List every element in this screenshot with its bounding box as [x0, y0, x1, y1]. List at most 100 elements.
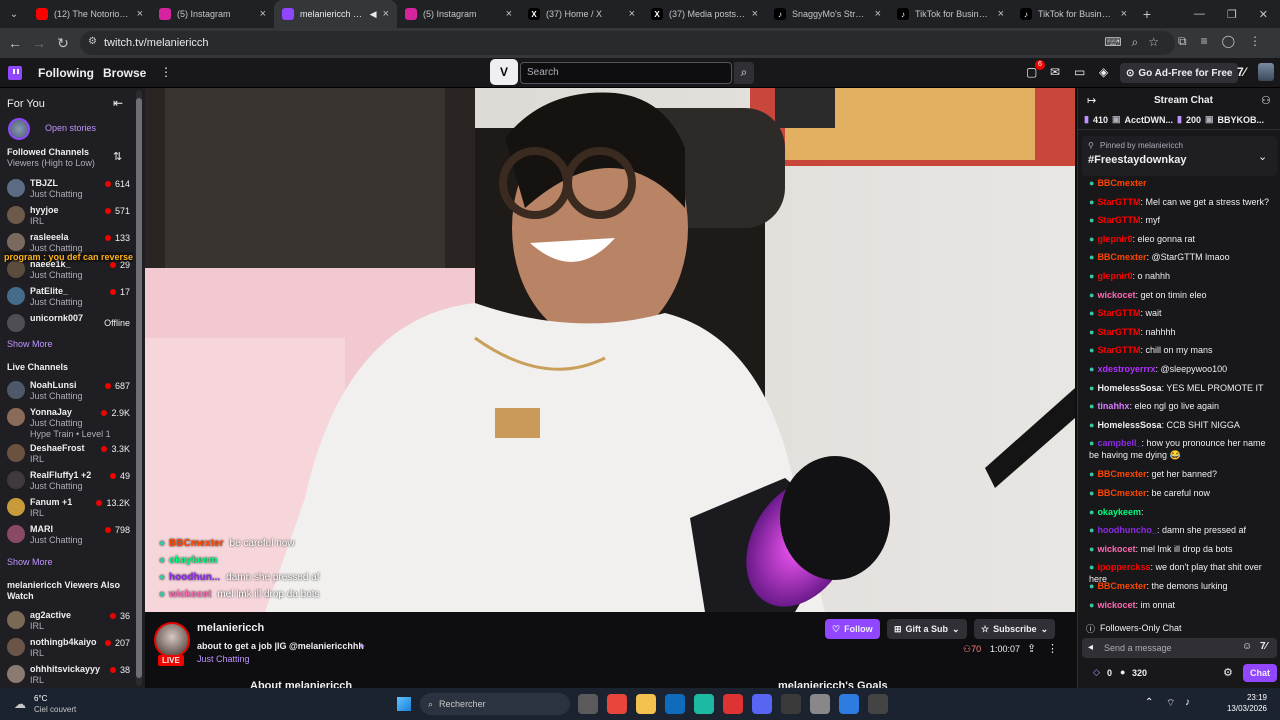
chat-username[interactable]: glepnir0 — [1097, 234, 1132, 244]
taskbar-app-icon[interactable] — [665, 694, 685, 714]
chat-username[interactable]: BBCmexter — [1097, 178, 1146, 188]
stream-category[interactable]: Just Chatting — [197, 654, 250, 664]
follow-button[interactable]: ♡ Follow — [825, 619, 880, 639]
tab-close-icon[interactable]: × — [875, 8, 881, 20]
subscribe-button[interactable]: ☆ Subscribe ⌄ — [974, 619, 1056, 639]
tray-network-icon[interactable]: ⌔ — [1166, 697, 1175, 710]
browser-tab[interactable]: (5) Instagram × — [151, 0, 274, 28]
taskbar-app-icon[interactable] — [839, 694, 859, 714]
live-channel[interactable]: RealFluffy1 +2 Just Chatting 49 — [6, 468, 130, 494]
streamer-name[interactable]: melaniericch — [197, 622, 264, 634]
tab-close-icon[interactable]: × — [383, 8, 389, 20]
whispers-icon[interactable]: ▭ — [1074, 65, 1085, 79]
taskbar-app-icon[interactable] — [868, 694, 888, 714]
gift-sub-button[interactable]: ⊞ Gift a Sub ⌄ — [887, 619, 967, 639]
maximize-icon[interactable]: ❐ — [1227, 8, 1237, 21]
tab-audio-icon[interactable]: ◀ — [370, 9, 377, 20]
collapse-chat-icon[interactable]: ↦ — [1087, 94, 1096, 107]
chat-message[interactable]: ● BBCmexter: the demons lurking — [1089, 580, 1275, 592]
chat-message[interactable]: ● StarGTTM: chill on my mans — [1089, 344, 1275, 356]
chat-username[interactable]: BBCmexter — [1097, 469, 1146, 479]
taskbar-app-icon[interactable] — [781, 694, 801, 714]
streamer-avatar[interactable] — [154, 622, 190, 658]
pinned-message[interactable]: ⚲ Pinned by melaniericch #Freestaydownka… — [1082, 136, 1277, 176]
chat-username[interactable]: StarGTTM — [1097, 327, 1140, 337]
chat-message[interactable]: ● BBCmexter: get her banned? — [1089, 468, 1275, 480]
open-stories-link[interactable]: Open stories — [45, 123, 96, 133]
leaderboard-bar[interactable]: ▮ 410 ▣ AcctDWN... ▮ 200 ▣ BBYKOB... — [1078, 110, 1280, 130]
chat-username[interactable]: wickocet — [1097, 544, 1135, 554]
taskbar-app-icon[interactable] — [723, 694, 743, 714]
chat-message[interactable]: ● StarGTTM: myf — [1089, 214, 1275, 226]
tab-search-icon[interactable]: ⌄ — [0, 9, 28, 20]
also-watch-channel[interactable]: nothingb4kaiyo IRL 207 — [6, 635, 130, 661]
chat-message[interactable]: ● BBCmexter: @StarGTTM lmaoo — [1089, 251, 1275, 263]
search-input[interactable]: Search — [520, 62, 732, 84]
emote-icon[interactable]: ☺ — [1242, 641, 1252, 652]
chat-message[interactable]: ● tinahhx: eleo ngl go live again — [1089, 400, 1275, 412]
followed-channel[interactable]: TBJZL Just Chatting 614 — [6, 176, 130, 202]
live-channel[interactable]: YonnaJay Just Chatting Hype Train • Level … — [6, 405, 130, 439]
chat-username[interactable]: okaykeem — [1097, 507, 1141, 517]
chat-username[interactable]: StarGTTM — [1097, 345, 1140, 355]
chat-message[interactable]: ● okaykeem: — [1089, 506, 1275, 518]
show-more-followed[interactable]: Show More — [7, 339, 53, 349]
taskbar-app-icon[interactable] — [607, 694, 627, 714]
settings-icon[interactable]: ⚙ — [1223, 666, 1233, 679]
forward-icon[interactable]: → — [27, 35, 51, 51]
browser-tab[interactable]: X (37) Media posts by × — [643, 0, 766, 28]
start-icon[interactable] — [397, 697, 411, 711]
browser-tab[interactable]: ♪ SnaggyMo's Struggle × — [766, 0, 889, 28]
site-info-icon[interactable]: ⚙ — [88, 36, 97, 47]
extensions-chat-icon[interactable]: 7⁄ — [1260, 641, 1267, 652]
ad-free-logo-icon[interactable]: V — [490, 59, 518, 85]
chat-message[interactable]: ● BBCmexter — [1089, 177, 1275, 189]
tab-close-icon[interactable]: × — [629, 8, 635, 20]
chat-username[interactable]: StarGTTM — [1097, 197, 1140, 207]
collapse-sidebar-icon[interactable]: ⇤ — [113, 96, 123, 110]
tray-volume-icon[interactable]: ♪ — [1185, 697, 1190, 708]
expand-pinned-icon[interactable]: ⌄ — [1258, 150, 1267, 163]
chat-username[interactable]: wickocet — [1097, 290, 1135, 300]
chat-message[interactable]: ● xdestroyerrrx: @sleepywoo100 — [1089, 363, 1275, 375]
tab-close-icon[interactable]: × — [998, 8, 1004, 20]
go-ad-free-button[interactable]: ⊙ Go Ad-Free for Free — [1120, 63, 1239, 83]
show-more-live[interactable]: Show More — [7, 557, 53, 567]
followed-channel[interactable]: unicornk007 Offline — [6, 311, 130, 337]
sidebar-scrollbar[interactable] — [136, 90, 142, 686]
chat-username[interactable]: tinahhx — [1097, 401, 1129, 411]
reload-icon[interactable]: ↻ — [51, 35, 75, 52]
chat-message[interactable]: ● glepnir0: o nahhh — [1089, 270, 1275, 282]
followed-channel[interactable]: PatElite_ Just Chatting 17 — [6, 284, 130, 310]
community-icon[interactable]: ⚇ — [1261, 94, 1271, 107]
chat-username[interactable]: xdestroyerrrx — [1097, 364, 1155, 374]
chat-username[interactable]: StarGTTM — [1097, 215, 1140, 225]
tab-close-icon[interactable]: × — [260, 8, 266, 20]
menu-icon[interactable]: ⋮ — [1249, 34, 1261, 49]
browser-tab[interactable]: ♪ TikTok for Business × — [889, 0, 1012, 28]
video-player[interactable]: ● BBCmexter be careful now ● okaykeem ● hoodhu… — [145, 88, 1075, 612]
chat-message[interactable]: ● campbell_: how you pronounce her name b… — [1089, 437, 1275, 461]
browser-tab[interactable]: ♪ TikTok for Business × — [1012, 0, 1135, 28]
chat-message[interactable]: ● StarGTTM: wait — [1089, 307, 1275, 319]
browser-tab[interactable]: (5) Instagram × — [397, 0, 520, 28]
tab-close-icon[interactable]: × — [1121, 8, 1127, 20]
chat-username[interactable]: hoodhuncho_ — [1097, 525, 1157, 535]
also-watch-channel[interactable]: ohhhitsvickayyy IRL 38 — [6, 662, 130, 688]
chat-username[interactable]: BBCmexter — [1097, 488, 1146, 498]
chat-username[interactable]: HomelessSosa — [1097, 420, 1161, 430]
chat-message[interactable]: ● HomelessSosa: CCB SHIT NIGGA — [1089, 419, 1275, 431]
media-icon[interactable]: ≡ — [1201, 34, 1208, 49]
profile-icon[interactable]: ◯ — [1222, 34, 1235, 49]
chat-username[interactable]: BBCmexter — [1097, 581, 1146, 591]
twitch-logo-icon[interactable] — [8, 66, 22, 80]
taskbar-app-icon[interactable] — [694, 694, 714, 714]
bits-icon[interactable]: ◈ — [1099, 65, 1108, 79]
live-channel[interactable]: DeshaeFrost IRL 3.3K — [6, 441, 130, 467]
chat-username[interactable]: campbell_ — [1097, 438, 1141, 448]
new-tab-button[interactable]: + — [1135, 6, 1159, 22]
followed-channel[interactable]: hyyjoe IRL 571 — [6, 203, 130, 229]
taskbar-app-icon[interactable] — [810, 694, 830, 714]
chat-button[interactable]: Chat — [1243, 664, 1277, 682]
taskbar-app-icon[interactable] — [752, 694, 772, 714]
